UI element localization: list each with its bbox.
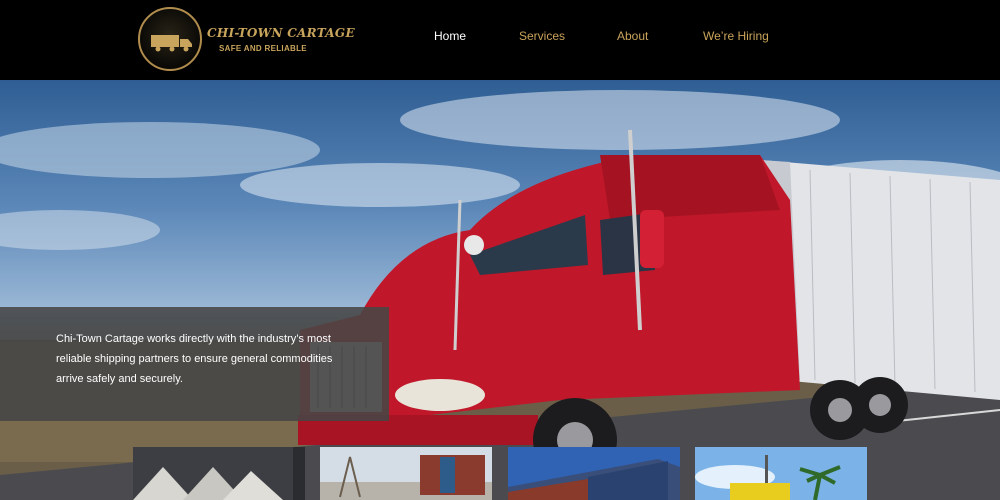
intro-box: Chi-Town Cartage works directly with the… (0, 307, 389, 421)
truck-icon (151, 35, 192, 52)
service-thumbnail-1[interactable] (133, 447, 305, 500)
thumbnail-image (320, 447, 492, 500)
service-thumbnail-2[interactable] (320, 447, 492, 500)
logo-tagline: SAFE AND RELIABLE (219, 44, 307, 53)
intro-text: Chi-Town Cartage works directly with the… (56, 333, 333, 385)
service-thumbnail-3[interactable] (508, 447, 680, 500)
nav-about[interactable]: About (617, 29, 648, 43)
thumbnail-image (695, 447, 867, 500)
nav-home[interactable]: Home (434, 29, 466, 43)
thumbnail-image (133, 447, 305, 500)
logo-title: CHI-TOWN CARTAGE (207, 26, 355, 40)
site-header: CHI-TOWN CARTAGE SAFE AND RELIABLE Home … (0, 0, 1000, 80)
nav-services[interactable]: Services (519, 29, 565, 43)
hero-truck-image (0, 90, 1000, 500)
site-logo[interactable]: CHI-TOWN CARTAGE SAFE AND RELIABLE (138, 7, 355, 73)
service-thumbnail-4[interactable] (695, 447, 867, 500)
logo-badge (138, 7, 202, 71)
thumbnail-image (508, 447, 680, 500)
hero-banner: Chi-Town Cartage works directly with the… (0, 80, 1000, 500)
nav-were-hiring[interactable]: We’re Hiring (703, 29, 769, 43)
